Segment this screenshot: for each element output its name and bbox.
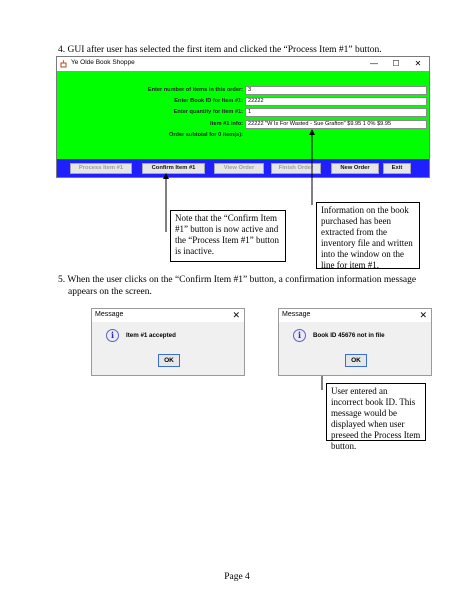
step-5-line-2: appears on the screen.: [68, 287, 152, 297]
annotation-arrows: [163, 129, 325, 390]
info-icon: i: [106, 329, 119, 342]
confirm-button-note: Note that the “Confirm Item #1” button i…: [170, 210, 286, 262]
dialog-message: Book ID 45676 not in file: [313, 332, 385, 339]
info-icon: i: [293, 329, 306, 342]
dialog-title: Message: [282, 311, 311, 318]
step-5-line-1: 5. When the user clicks on the “Confirm …: [58, 275, 417, 285]
step-5-heading: 5. When the user clicks on the “Confirm …: [58, 274, 438, 298]
item-accepted-dialog: Message ✕ i Item #1 accepted OK: [91, 308, 245, 376]
ok-button[interactable]: OK: [158, 354, 180, 367]
book-not-found-dialog: Message ✕ i Book ID 45676 not in file OK: [278, 308, 432, 376]
page-number: Page 4: [224, 572, 250, 582]
dialog-titlebar[interactable]: Message ✕: [92, 309, 244, 322]
close-icon[interactable]: ✕: [419, 309, 427, 322]
incorrect-id-note: User entered an incorrect book ID. This …: [326, 383, 426, 451]
dialog-title: Message: [95, 311, 124, 318]
ok-button[interactable]: OK: [345, 354, 367, 367]
dialog-message: Item #1 accepted: [126, 332, 176, 339]
dialog-titlebar[interactable]: Message ✕: [279, 309, 431, 322]
close-icon[interactable]: ✕: [232, 309, 240, 322]
book-info-note: Information on the book purchased has be…: [316, 202, 420, 270]
